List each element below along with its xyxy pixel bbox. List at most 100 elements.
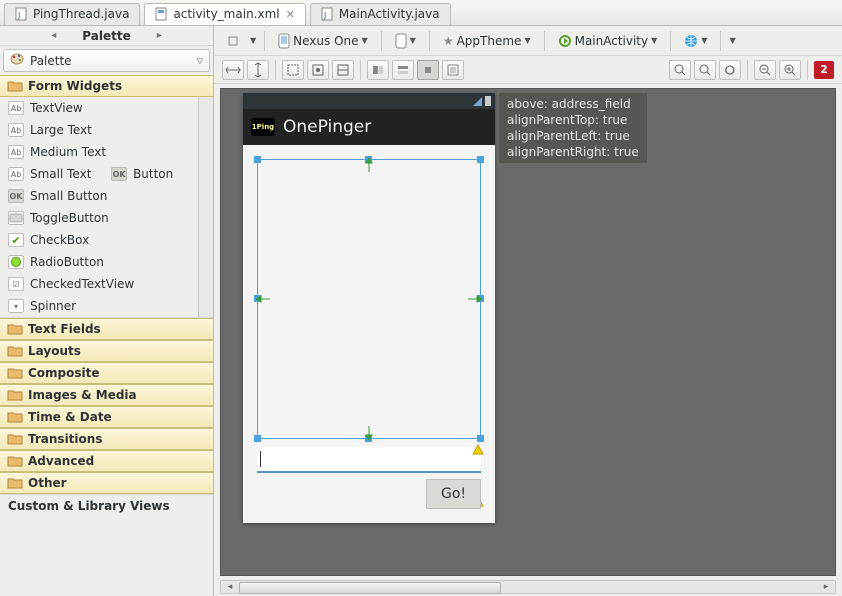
orientation-selector[interactable]: ▼ xyxy=(390,30,421,52)
scroll-left-icon[interactable]: ◂ xyxy=(223,581,237,593)
scrollbar-thumb[interactable] xyxy=(200,99,212,145)
lint-badge[interactable]: 2 xyxy=(814,61,834,79)
constraint-tooltip: above: address_field alignParentTop: tru… xyxy=(499,93,647,163)
tooltip-line: alignParentTop: true xyxy=(507,113,627,127)
tab-mainactivity[interactable]: J MainActivity.java xyxy=(310,3,451,25)
theme-label: AppTheme xyxy=(457,34,522,48)
radio-icon xyxy=(8,255,24,269)
margins-button[interactable] xyxy=(282,60,304,80)
java-file-icon: J xyxy=(15,7,29,21)
device-preview[interactable]: 1Ping OnePinger xyxy=(243,93,495,523)
widget-label: RadioButton xyxy=(30,255,104,269)
drawer-form-widgets[interactable]: Form Widgets xyxy=(0,75,213,97)
folder-icon xyxy=(8,367,22,379)
drawer-layouts[interactable]: Layouts xyxy=(0,340,213,362)
tab-pingthread[interactable]: J PingThread.java xyxy=(4,3,140,25)
button-icon: OK xyxy=(8,189,24,203)
gravity-button[interactable] xyxy=(307,60,329,80)
widget-radio-button[interactable]: RadioButton xyxy=(0,251,213,273)
widget-label: CheckedTextView xyxy=(30,277,134,291)
folder-icon xyxy=(8,477,22,489)
collapse-left-icon[interactable]: ◂ xyxy=(51,30,56,41)
drawer-time-date[interactable]: Time & Date xyxy=(0,406,213,428)
drawer-images-media[interactable]: Images & Media xyxy=(0,384,213,406)
check-icon: ✔ xyxy=(8,233,24,247)
activity-selector[interactable]: MainActivity ▼ xyxy=(553,30,663,52)
resize-handle-nw[interactable] xyxy=(254,156,261,163)
widget-checkbox[interactable]: ✔CheckBox xyxy=(0,229,213,251)
widget-spinner[interactable]: Spinner xyxy=(0,295,213,317)
palette-icon xyxy=(10,53,24,68)
align-button-3[interactable] xyxy=(442,60,464,80)
toggle-icon xyxy=(8,211,24,225)
app-logo-icon: 1Ping xyxy=(251,118,275,136)
design-canvas[interactable]: 1Ping OnePinger xyxy=(214,84,842,596)
drawer-label: Custom & Library Views xyxy=(8,499,170,513)
resize-handle-se[interactable] xyxy=(477,435,484,442)
activity-icon xyxy=(558,34,572,48)
zoom-fit-button[interactable] xyxy=(669,60,691,80)
drawer-text-fields[interactable]: Text Fields xyxy=(0,318,213,340)
device-selector[interactable]: Nexus One▼ xyxy=(273,30,373,52)
selected-view-outline[interactable] xyxy=(257,159,481,439)
separator xyxy=(275,60,276,80)
chevron-down-icon: ▼ xyxy=(410,36,416,45)
palette-selector[interactable]: Palette ▽ xyxy=(3,49,210,72)
collapse-right-icon[interactable]: ▸ xyxy=(157,30,162,41)
drawer-advanced[interactable]: Advanced xyxy=(0,450,213,472)
resize-handle-sw[interactable] xyxy=(254,435,261,442)
drawer-custom-library[interactable]: Custom & Library Views xyxy=(0,494,213,517)
center-button[interactable] xyxy=(417,60,439,80)
separator xyxy=(429,31,430,51)
expand-h-button[interactable] xyxy=(222,60,244,80)
battery-icon xyxy=(485,96,491,106)
warning-icon xyxy=(473,445,483,455)
chevron-down-icon: ▼ xyxy=(524,36,530,45)
scroll-right-icon[interactable]: ▸ xyxy=(819,581,833,593)
align-button-2[interactable] xyxy=(392,60,414,80)
chevron-down-icon: ▽ xyxy=(197,56,203,65)
locale-selector[interactable]: ▼ xyxy=(679,30,712,52)
drawer-composite[interactable]: Composite xyxy=(0,362,213,384)
widget-checked-textview[interactable]: ☑CheckedTextView xyxy=(0,273,213,295)
widget-label: TextView xyxy=(30,101,83,115)
tab-activity-main[interactable]: activity_main.xml ✕ xyxy=(144,3,305,25)
align-button-1[interactable] xyxy=(367,60,389,80)
widget-label: Spinner xyxy=(30,299,76,313)
widget-small-button[interactable]: OKSmall Button xyxy=(0,185,213,207)
widget-large-text[interactable]: AbLarge Text xyxy=(0,119,213,141)
chevron-down-icon[interactable]: ▼ xyxy=(250,36,256,45)
drawer-label: Advanced xyxy=(28,454,94,468)
tooltip-line: above: address_field xyxy=(507,97,631,111)
chevron-down-icon: ▼ xyxy=(651,36,657,45)
zoom-100-button[interactable] xyxy=(694,60,716,80)
phone-content[interactable]: Go! xyxy=(243,145,495,523)
widget-textview[interactable]: AbTextView xyxy=(0,97,213,119)
distribute-button[interactable] xyxy=(332,60,354,80)
zoom-in-button[interactable] xyxy=(779,60,801,80)
separator xyxy=(670,31,671,51)
pin-button[interactable] xyxy=(222,30,244,52)
tooltip-line: alignParentLeft: true xyxy=(507,129,630,143)
zoom-reset-button[interactable] xyxy=(719,60,741,80)
address-field[interactable] xyxy=(257,447,481,473)
horizontal-scrollbar[interactable]: ◂ ▸ xyxy=(220,580,836,594)
drawer-label: Transitions xyxy=(28,432,102,446)
expand-v-button[interactable] xyxy=(247,60,269,80)
drawer-other[interactable]: Other xyxy=(0,472,213,494)
constraint-arrow-top xyxy=(365,158,373,172)
go-button[interactable]: Go! xyxy=(426,479,481,509)
zoom-out-button[interactable] xyxy=(754,60,776,80)
widget-medium-text[interactable]: AbMedium Text xyxy=(0,141,213,163)
overflow-chevron-icon[interactable]: ▼ xyxy=(729,36,735,45)
widget-toggle-button[interactable]: ToggleButton xyxy=(0,207,213,229)
theme-selector[interactable]: ★ AppTheme ▼ xyxy=(438,30,536,52)
drawer-transitions[interactable]: Transitions xyxy=(0,428,213,450)
text-icon: Ab xyxy=(8,145,24,159)
widget-small-text-button[interactable]: AbSmall Text OKButton xyxy=(0,163,213,185)
close-icon[interactable]: ✕ xyxy=(286,8,295,21)
folder-icon xyxy=(8,389,22,401)
resize-handle-ne[interactable] xyxy=(477,156,484,163)
drawer-label: Other xyxy=(28,476,67,490)
folder-icon xyxy=(8,411,22,423)
